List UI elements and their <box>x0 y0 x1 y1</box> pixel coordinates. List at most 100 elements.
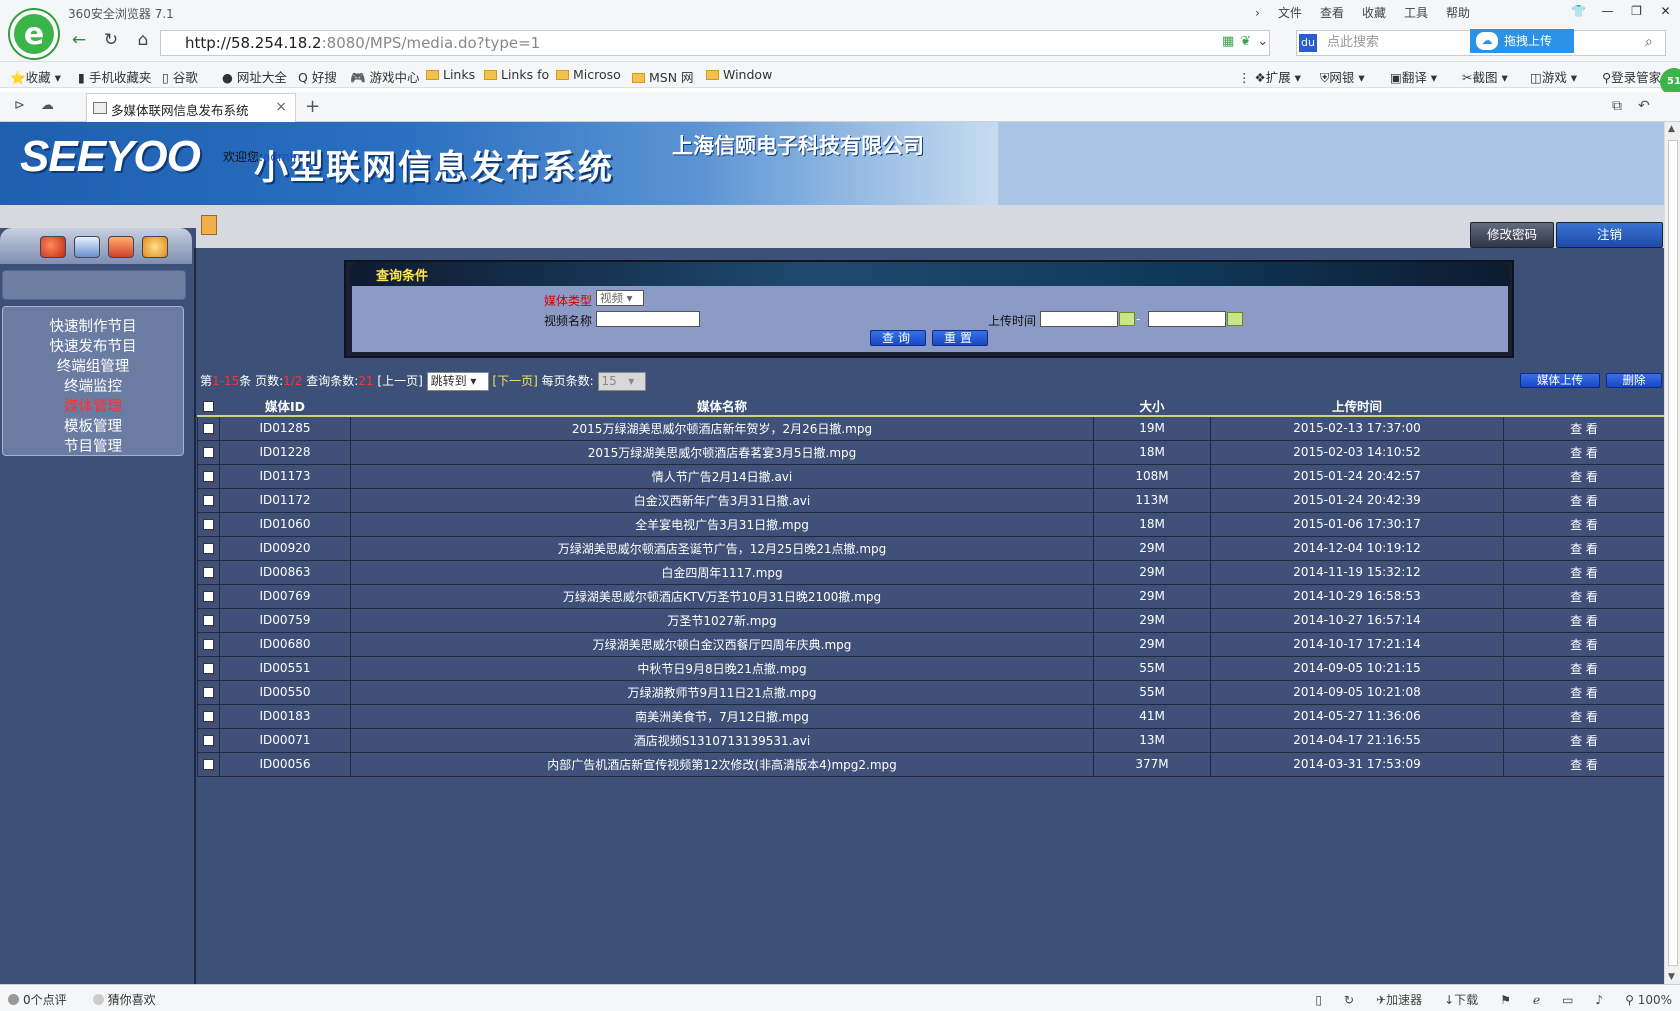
view-link[interactable]: 查 看 <box>1503 607 1664 633</box>
undo-close-icon[interactable]: ↶ <box>1638 98 1650 114</box>
view-link[interactable]: 查 看 <box>1503 439 1664 465</box>
qr-icon[interactable]: ▦ <box>1222 34 1234 49</box>
delete-button[interactable]: 删除 <box>1606 373 1662 388</box>
flag-icon[interactable]: ⚑ <box>1500 993 1511 1007</box>
view-link[interactable]: 查 看 <box>1503 511 1664 537</box>
maximize-icon[interactable]: ❐ <box>1622 0 1651 22</box>
jump-select[interactable]: 跳转到 ▾ <box>426 372 489 391</box>
row-checkbox[interactable] <box>203 567 214 578</box>
scroll-down-icon[interactable]: ▼ <box>1668 972 1675 982</box>
fav-links[interactable]: Links <box>426 67 475 82</box>
row-checkbox[interactable] <box>203 423 214 435</box>
per-page-select[interactable]: 15 ▾ <box>597 372 646 391</box>
new-tab-icon[interactable]: + <box>305 96 320 117</box>
drag-upload-button[interactable]: ☁ 拖拽上传 <box>1470 29 1574 53</box>
view-link[interactable]: 查 看 <box>1503 751 1664 777</box>
ext-translate[interactable]: ▣翻译 ▾ <box>1390 67 1437 86</box>
browser-menu-item[interactable]: 帮助 <box>1446 4 1470 21</box>
window-icon[interactable]: ▭ <box>1562 993 1573 1007</box>
row-checkbox[interactable] <box>203 591 214 602</box>
app-icon-4[interactable] <box>142 236 168 258</box>
view-link[interactable]: 查 看 <box>1503 559 1664 585</box>
row-checkbox[interactable] <box>203 735 214 746</box>
vertical-scrollbar[interactable]: ▲ ▼ <box>1664 122 1680 984</box>
sidebar-item-media[interactable]: 媒体管理 <box>3 397 183 417</box>
row-checkbox[interactable] <box>203 471 214 482</box>
ext-login[interactable]: ⚲登录管家 <box>1602 67 1661 86</box>
row-checkbox[interactable] <box>203 615 214 626</box>
ie-icon[interactable]: ℯ <box>1533 993 1540 1007</box>
chevron-down-icon[interactable]: ⌄ <box>1257 34 1268 49</box>
sidebar-item-terminal-monitor[interactable]: 终端监控 <box>3 377 183 397</box>
cloud-tab-icon[interactable]: ☁ <box>41 98 54 113</box>
fav-collect[interactable]: ⭐收藏 ▾ <box>10 67 61 86</box>
view-link[interactable]: 查 看 <box>1503 727 1664 753</box>
start-date-input[interactable] <box>1040 311 1118 327</box>
sidebar-item-terminal-group[interactable]: 终端组管理 <box>3 357 183 377</box>
baidu-icon[interactable]: du <box>1299 34 1317 52</box>
row-checkbox[interactable] <box>203 663 214 674</box>
browser-menu-item[interactable]: 查看 <box>1320 4 1344 21</box>
search-button[interactable]: 查询 <box>870 330 926 346</box>
close-tab-icon[interactable]: × <box>275 99 287 115</box>
ext-screenshot[interactable]: ✂截图 ▾ <box>1462 67 1508 86</box>
row-checkbox[interactable] <box>203 543 214 554</box>
refresh-status-icon[interactable]: ↻ <box>1344 993 1354 1007</box>
fav-hao[interactable]: ● 网址大全 <box>222 67 287 86</box>
view-link[interactable]: 查 看 <box>1503 535 1664 561</box>
sound-icon[interactable]: ♪ <box>1595 993 1603 1007</box>
view-link[interactable]: 查 看 <box>1503 679 1664 705</box>
home-icon[interactable]: ⌂ <box>132 30 154 50</box>
restore-tabs-icon[interactable]: ⧉ <box>1612 98 1622 114</box>
media-upload-button[interactable]: 媒体上传 <box>1520 373 1600 388</box>
ext-bank[interactable]: ⛨网银 ▾ <box>1320 67 1365 86</box>
sidebar-item-quick-make[interactable]: 快速制作节目 <box>3 317 183 337</box>
search-icon[interactable]: ⌕ <box>1645 34 1653 50</box>
calendar-icon[interactable] <box>1119 312 1135 326</box>
fav-window[interactable]: Window <box>706 67 772 82</box>
row-checkbox[interactable] <box>203 687 214 698</box>
view-link[interactable]: 查 看 <box>1503 463 1664 489</box>
skin-icon[interactable]: 👕 <box>1564 0 1593 22</box>
refresh-icon[interactable]: ↻ <box>100 30 122 50</box>
scroll-thumb[interactable] <box>1668 140 1678 966</box>
fav-msn[interactable]: MSN 网 <box>632 67 694 86</box>
row-checkbox[interactable] <box>203 495 214 506</box>
calendar-icon[interactable] <box>1227 312 1243 326</box>
fav-haosou[interactable]: Q 好搜 <box>298 67 337 86</box>
fav-microso[interactable]: Microso <box>556 67 621 82</box>
select-all-checkbox[interactable] <box>203 401 214 412</box>
comments-status[interactable]: 0个点评 <box>8 991 67 1008</box>
row-checkbox[interactable] <box>203 447 214 458</box>
app-icon-3[interactable] <box>108 236 134 258</box>
video-name-input[interactable] <box>596 311 700 327</box>
download-status[interactable]: ↓下载 <box>1444 991 1478 1008</box>
row-checkbox[interactable] <box>203 519 214 530</box>
recommend-status[interactable]: 猜你喜欢 <box>92 991 156 1008</box>
ext-game[interactable]: ◫游戏 ▾ <box>1530 67 1577 86</box>
view-link[interactable]: 查 看 <box>1503 583 1664 609</box>
end-date-input[interactable] <box>1148 311 1226 327</box>
logout-button[interactable]: 注销 <box>1556 222 1664 248</box>
view-link[interactable]: 查 看 <box>1503 487 1664 513</box>
view-link[interactable]: 查 看 <box>1503 655 1664 681</box>
browser-menu-item[interactable]: 文件 <box>1278 4 1302 21</box>
tab-media[interactable]: 多媒体联网信息发布系统 × <box>86 93 296 122</box>
browser-menu-item[interactable]: › <box>1255 6 1260 20</box>
browser-menu-item[interactable]: 收藏 <box>1362 4 1386 21</box>
row-checkbox[interactable] <box>203 759 214 770</box>
sidebar-item-program[interactable]: 节目管理 <box>3 437 183 457</box>
speed-icon[interactable]: ❦ <box>1240 34 1251 49</box>
change-password-button[interactable]: 修改密码 <box>1470 222 1555 248</box>
fav-linksfo[interactable]: Links fo <box>484 67 549 82</box>
url-input[interactable]: http://58.254.18.2:8080/MPS/media.do?typ… <box>160 30 1270 56</box>
close-icon[interactable]: ✕ <box>1651 0 1680 22</box>
view-link[interactable]: 查 看 <box>1503 415 1664 441</box>
row-checkbox[interactable] <box>203 711 214 722</box>
reset-button[interactable]: 重置 <box>932 330 988 346</box>
media-type-select[interactable]: 视频 ▾ <box>596 290 644 306</box>
prev-page-link[interactable]: [上一页] <box>377 374 422 388</box>
minimize-icon[interactable]: — <box>1593 0 1622 22</box>
fav-game[interactable]: 🎮 游戏中心 <box>350 67 420 86</box>
browser-menu-item[interactable]: 工具 <box>1404 4 1428 21</box>
